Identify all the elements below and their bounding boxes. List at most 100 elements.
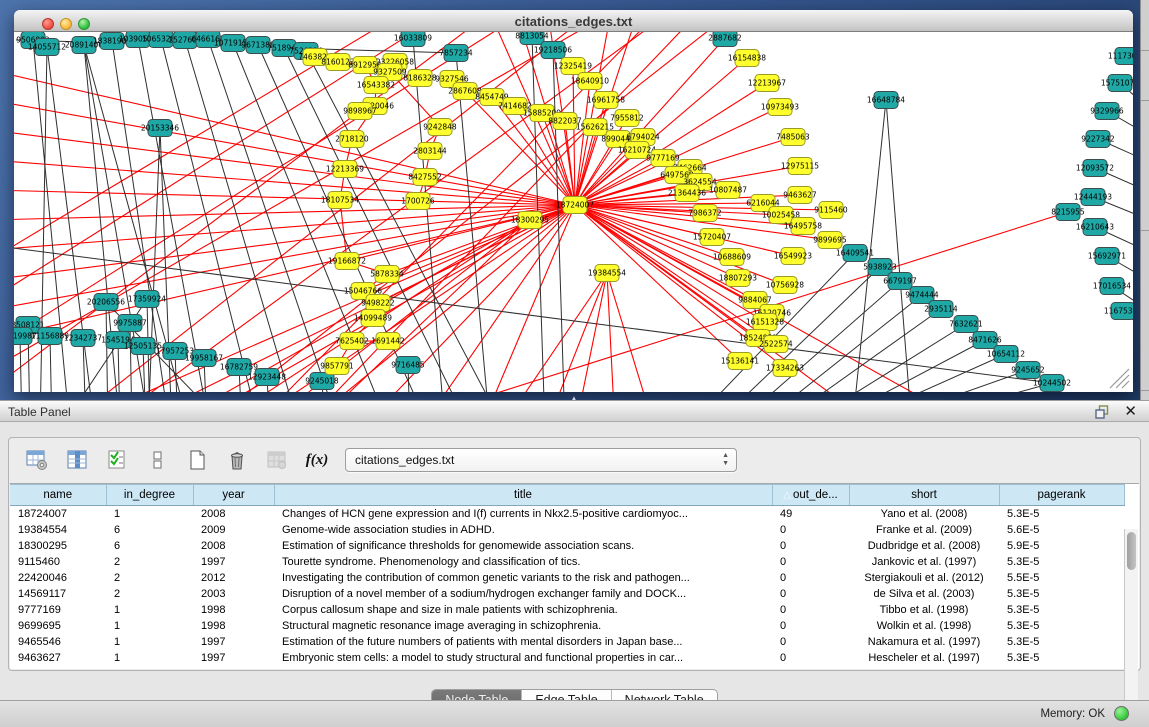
table-cell[interactable]: 1997 — [193, 650, 274, 666]
table-cell[interactable]: 1 — [106, 634, 193, 650]
table-cell[interactable]: 0 — [772, 570, 849, 586]
table-cell[interactable]: Disruption of a novel member of a sodium… — [274, 586, 772, 602]
table-cell[interactable]: Tourette syndrome. Phenomenology and cla… — [274, 554, 772, 570]
network-node[interactable]: 9329966 — [1090, 103, 1124, 120]
table-row[interactable]: 1872400712008Changes of HCN gene express… — [10, 506, 1124, 522]
table-cell[interactable]: 0 — [772, 634, 849, 650]
table-cell[interactable]: 0 — [772, 522, 849, 538]
network-node[interactable]: 9242848 — [423, 119, 457, 136]
table-cell[interactable]: 5.3E-5 — [999, 586, 1124, 602]
table-cell[interactable]: Tibbo et al. (1998) — [849, 602, 999, 618]
table-cell[interactable]: 5.3E-5 — [999, 634, 1124, 650]
function-builder-icon[interactable]: f(x) — [305, 448, 329, 472]
table-cell[interactable]: 2 — [106, 586, 193, 602]
column-header-title[interactable]: title — [274, 485, 772, 506]
network-node[interactable]: 8215955 — [1051, 204, 1085, 221]
table-cell[interactable]: Genome-wide association studies in ADHD. — [274, 522, 772, 538]
table-cell[interactable]: 9699695 — [10, 618, 106, 634]
network-node[interactable]: 5878334 — [370, 266, 404, 283]
table-cell[interactable]: de Silva et al. (2003) — [849, 586, 999, 602]
table-cell[interactable]: 2009 — [193, 522, 274, 538]
table-cell[interactable]: Changes of HCN gene expression and I(f) … — [274, 506, 772, 522]
network-node[interactable]: 7632621 — [949, 316, 983, 333]
table-cell[interactable]: Stergiakouli et al. (2012) — [849, 570, 999, 586]
table-cell[interactable]: 2008 — [193, 506, 274, 522]
column-header-short[interactable]: short — [849, 485, 999, 506]
table-row[interactable]: 969969511998Structural magnetic resonanc… — [10, 618, 1124, 634]
table-scrollbar[interactable] — [1124, 529, 1138, 714]
network-canvas[interactable]: 9506802140557122089140618381903103905291… — [0, 0, 1149, 400]
network-node[interactable]: 1691442 — [371, 333, 405, 350]
network-node[interactable]: 9716485 — [391, 357, 425, 374]
network-node[interactable]: 1700726 — [401, 193, 435, 210]
network-node[interactable]: 7955812 — [610, 110, 644, 127]
table-cell[interactable]: 0 — [772, 586, 849, 602]
table-cell[interactable]: 14569117 — [10, 586, 106, 602]
table-cell[interactable]: 2003 — [193, 586, 274, 602]
column-header-year[interactable]: year — [193, 485, 274, 506]
table-cell[interactable]: 9115460 — [10, 554, 106, 570]
table-cell[interactable]: 0 — [772, 650, 849, 666]
table-cell[interactable]: 5.6E-5 — [999, 522, 1124, 538]
column-header-in_degree[interactable]: in_degree — [106, 485, 193, 506]
table-cell[interactable]: 1 — [106, 602, 193, 618]
table-cell[interactable]: 1998 — [193, 602, 274, 618]
network-node[interactable]: 9498222 — [361, 295, 395, 312]
table-cell[interactable]: 1 — [106, 506, 193, 522]
network-node[interactable]: 9857791 — [320, 358, 354, 375]
table-cell[interactable]: 5.3E-5 — [999, 554, 1124, 570]
table-row[interactable]: 977716911998Corpus callosum shape and si… — [10, 602, 1124, 618]
table-row[interactable]: 946554611997Estimation of the future num… — [10, 634, 1124, 650]
table-row[interactable]: 1830029562008Estimation of significance … — [10, 538, 1124, 554]
network-node[interactable]: 9115460 — [814, 202, 848, 219]
table-row[interactable]: 911546021997Tourette syndrome. Phenomeno… — [10, 554, 1124, 570]
table-row[interactable]: 946362711997Embryonic stem cells: a mode… — [10, 650, 1124, 666]
table-cell[interactable]: Investigating the contribution of common… — [274, 570, 772, 586]
table-cell[interactable]: 0 — [772, 538, 849, 554]
table-cell[interactable]: 5.9E-5 — [999, 538, 1124, 554]
table-cell[interactable]: 5.3E-5 — [999, 650, 1124, 666]
table-cell[interactable]: Nakamura et al. (1997) — [849, 634, 999, 650]
table-cell[interactable]: 1 — [106, 650, 193, 666]
delete-table-icon[interactable] — [225, 448, 249, 472]
network-node[interactable]: 9975887 — [113, 315, 147, 332]
network-node[interactable]: 2887682 — [708, 30, 742, 47]
network-node[interactable]: 7485063 — [776, 129, 810, 146]
network-node[interactable]: 2522574 — [759, 336, 793, 353]
table-cell[interactable]: Wolkin et al. (1998) — [849, 618, 999, 634]
table-cell[interactable]: 5.3E-5 — [999, 506, 1124, 522]
table-cell[interactable]: Embryonic stem cells: a model to study s… — [274, 650, 772, 666]
table-settings-icon[interactable] — [25, 448, 49, 472]
network-node[interactable]: 8427552 — [408, 169, 442, 186]
network-node[interactable]: 7986372 — [688, 205, 722, 222]
table-row[interactable]: 2242004622012Investigating the contribut… — [10, 570, 1124, 586]
table-cell[interactable]: 2008 — [193, 538, 274, 554]
network-node[interactable]: 9898967 — [343, 103, 377, 120]
float-panel-icon[interactable] — [1095, 405, 1109, 419]
table-cell[interactable]: 5.3E-5 — [999, 618, 1124, 634]
table-cell[interactable]: 1998 — [193, 618, 274, 634]
table-cell[interactable]: 2 — [106, 554, 193, 570]
table-cell[interactable]: 18300295 — [10, 538, 106, 554]
network-node[interactable]: 9899695 — [813, 232, 847, 249]
network-node[interactable]: 9245652 — [1011, 362, 1045, 379]
row-height-icon[interactable] — [145, 448, 169, 472]
close-panel-icon[interactable]: ✕ — [1124, 402, 1137, 420]
table-cell[interactable]: Corpus callosum shape and size in male p… — [274, 602, 772, 618]
table-cell[interactable]: Jankovic et al. (1997) — [849, 554, 999, 570]
select-rows-icon[interactable] — [105, 448, 129, 472]
network-node[interactable]: 2718120 — [335, 131, 369, 148]
column-header-pagerank[interactable]: pagerank — [999, 485, 1124, 506]
table-cell[interactable]: 5.5E-5 — [999, 570, 1124, 586]
table-select-dropdown[interactable]: citations_edges.txt▲▼ — [345, 448, 737, 472]
network-node[interactable]: 7625402 — [335, 333, 369, 350]
network-node[interactable]: 7857234 — [439, 45, 473, 62]
table-cell[interactable]: 9777169 — [10, 602, 106, 618]
network-node[interactable]: 8822037 — [548, 113, 582, 130]
new-table-icon[interactable] — [185, 448, 209, 472]
table-cell[interactable]: 9463627 — [10, 650, 106, 666]
table-cell[interactable]: 6 — [106, 538, 193, 554]
table-cell[interactable]: 49 — [772, 506, 849, 522]
table-cell[interactable]: 6 — [106, 522, 193, 538]
table-cell[interactable]: 0 — [772, 554, 849, 570]
